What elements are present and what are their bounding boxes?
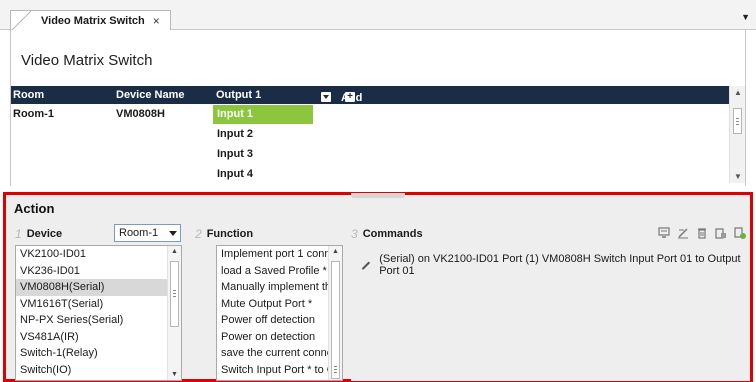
- function-item[interactable]: Implement port 1 connected output ports: [217, 246, 342, 263]
- function-item[interactable]: save the current connection config: [217, 345, 342, 362]
- function-item[interactable]: load a Saved Profile *: [217, 263, 342, 280]
- device-item[interactable]: Switch-1(Relay): [16, 345, 181, 362]
- chevron-down-icon: [321, 92, 331, 102]
- commands-toolbar: [658, 227, 746, 239]
- output-option-input-1[interactable]: Input 1: [213, 105, 313, 124]
- function-list[interactable]: Implement port 1 connected output ports …: [216, 245, 343, 381]
- scrollbar-thumb[interactable]: [733, 108, 742, 134]
- column-header-room[interactable]: Room: [13, 89, 44, 101]
- commands-label: Commands: [362, 228, 423, 240]
- copy-command-icon[interactable]: [715, 227, 727, 239]
- plus-icon: +: [345, 92, 355, 102]
- tab-list-dropdown-icon[interactable]: ▼: [741, 12, 750, 22]
- scrollbar-thumb[interactable]: [170, 261, 179, 327]
- row-room: Room-1: [13, 108, 54, 120]
- step-number: 2: [195, 227, 202, 241]
- tab-label: Video Matrix Switch: [41, 14, 145, 27]
- tab-slant-decoration: [11, 11, 33, 31]
- pencil-icon: [361, 261, 371, 270]
- scroll-down-icon[interactable]: ▼: [734, 172, 742, 181]
- device-item[interactable]: Switch(IO): [16, 362, 181, 379]
- function-list-scrollbar[interactable]: ▲: [328, 246, 342, 380]
- column-header-device-name[interactable]: Device Name: [116, 89, 185, 101]
- grid-header: Room Device Name Output 1 Add Function I…: [11, 86, 731, 128]
- function-item[interactable]: Power on detection: [217, 329, 342, 346]
- panel-splitter-handle[interactable]: [351, 193, 405, 198]
- tab-video-matrix-switch[interactable]: Video Matrix Switch ×: [10, 10, 171, 31]
- function-label: Function: [206, 228, 254, 240]
- function-item[interactable]: Switch Input Port * to Output Port *: [217, 362, 342, 379]
- matrix-panel: Video Matrix Switch Room Device Name Out…: [10, 30, 746, 186]
- device-list-scrollbar[interactable]: ▲ ▼: [167, 246, 181, 380]
- device-item[interactable]: NP-PX Series(Serial): [16, 312, 181, 329]
- device-item[interactable]: VK236-ID01: [16, 263, 181, 280]
- test-command-icon[interactable]: [734, 227, 746, 239]
- row-device-name: VM0808H: [116, 108, 165, 120]
- page-title: Video Matrix Switch: [21, 52, 153, 69]
- device-item-selected[interactable]: VM0808H(Serial): [16, 279, 181, 296]
- function-header: 2 Function: [195, 225, 253, 243]
- scroll-down-icon[interactable]: ▼: [171, 371, 178, 378]
- device-item[interactable]: VK2100-ID01: [16, 246, 181, 263]
- command-item[interactable]: (Serial) on VK2100-ID01 Port (1) VM0808H…: [361, 253, 750, 277]
- scroll-up-icon[interactable]: ▲: [332, 248, 339, 255]
- tab-strip: Video Matrix Switch × ▼: [0, 0, 756, 31]
- action-panel: Action 1 Device Room-1 VK2100-ID01 VK236…: [3, 192, 753, 382]
- output-option-input-4[interactable]: Input 4: [213, 165, 313, 184]
- scroll-up-icon[interactable]: ▲: [734, 88, 742, 97]
- step-number: 3: [351, 227, 358, 241]
- commands-list[interactable]: (Serial) on VK2100-ID01 Port (1) VM0808H…: [351, 245, 750, 381]
- edit-command-icon[interactable]: [677, 227, 689, 239]
- add-command-icon[interactable]: [658, 227, 670, 239]
- device-list[interactable]: VK2100-ID01 VK236-ID01 VM0808H(Serial) V…: [15, 245, 182, 381]
- function-item[interactable]: Manually implement the best: [217, 279, 342, 296]
- room-select[interactable]: Room-1: [114, 224, 181, 242]
- function-item[interactable]: Mute Output Port *: [217, 296, 342, 313]
- function-item[interactable]: Power off detection: [217, 312, 342, 329]
- grid-scrollbar[interactable]: ▲ ▼: [729, 86, 745, 183]
- action-title: Action: [14, 201, 55, 216]
- delete-command-icon[interactable]: [696, 227, 708, 239]
- scrollbar-thumb[interactable]: [331, 261, 340, 379]
- command-text: (Serial) on VK2100-ID01 Port (1) VM0808H…: [379, 253, 741, 277]
- device-label: Device: [26, 228, 63, 240]
- output-option-input-3[interactable]: Input 3: [213, 145, 313, 164]
- device-item[interactable]: VM1616T(Serial): [16, 296, 181, 313]
- output-option-input-2[interactable]: Input 2: [213, 125, 313, 144]
- device-item[interactable]: VS481A(IR): [16, 329, 181, 346]
- device-header: 1 Device: [15, 225, 62, 243]
- chevron-down-icon: [169, 231, 177, 236]
- commands-header: 3 Commands: [351, 225, 423, 243]
- step-number: 1: [15, 227, 22, 241]
- column-header-output[interactable]: Output 1: [216, 89, 261, 101]
- scroll-up-icon[interactable]: ▲: [171, 248, 178, 255]
- close-icon[interactable]: ×: [153, 14, 160, 28]
- room-select-value: Room-1: [119, 227, 159, 239]
